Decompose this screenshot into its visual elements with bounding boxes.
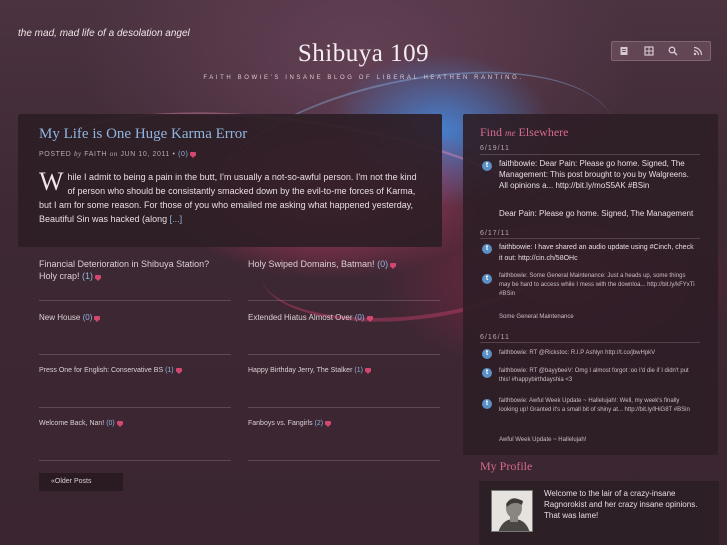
read-more-link[interactable]: [...]: [170, 214, 183, 224]
older-post-title: Holy Swiped Domains, Batman!: [248, 259, 375, 269]
heading-me: me: [505, 128, 516, 138]
older-post-link[interactable]: New House (0): [39, 312, 229, 324]
post-meta-label: POSTED: [39, 151, 72, 158]
site-tagline: the mad, mad life of a desolation angel: [18, 28, 190, 39]
grid-icon[interactable]: [642, 44, 656, 58]
older-post-comments: (0): [377, 259, 389, 269]
tweet-text[interactable]: faithbowie: I have shared an audio updat…: [499, 242, 697, 264]
avatar[interactable]: [491, 490, 533, 532]
older-post-link[interactable]: Financial Deterioration in Shibuya Stati…: [39, 258, 229, 282]
older-post-comments: (0): [354, 313, 365, 322]
older-post-link[interactable]: Press One for English: Conservative BS (…: [39, 365, 239, 377]
twitter-bird-icon: t: [482, 349, 492, 359]
tweet-date-header: 6/16/11: [480, 334, 510, 341]
older-posts-button[interactable]: «Older Posts: [39, 473, 123, 491]
divider: [248, 407, 440, 408]
find-me-elsewhere-widget: Find me Elsewhere 6/19/11 t faithbowie: …: [463, 114, 718, 455]
older-post-comments: (1): [354, 367, 363, 374]
twitter-bird-icon: t: [482, 244, 492, 254]
tweet-link-title[interactable]: Some General Maintenance: [499, 314, 574, 320]
comment-bubble-icon: [175, 368, 182, 375]
search-icon[interactable]: [666, 44, 680, 58]
twitter-bird-icon: t: [482, 161, 492, 171]
older-post-comments: (2): [314, 420, 324, 427]
twitter-bird-icon: t: [482, 399, 492, 409]
older-post-title: Financial Deterioration in Shibuya Stati…: [39, 259, 210, 281]
profile-description: Welcome to the lair of a crazy-insane Ra…: [544, 489, 698, 520]
older-post-comments: (0): [106, 420, 115, 427]
divider: [39, 300, 231, 301]
older-post-link[interactable]: Holy Swiped Domains, Batman! (0): [248, 258, 448, 270]
comment-bubble-icon: [95, 274, 102, 281]
comment-bubble-icon: [390, 262, 397, 269]
twitter-bird-icon: t: [482, 274, 492, 284]
older-post-comments: (0): [82, 313, 93, 322]
tweet-link-title[interactable]: Dear Pain: Please go home. Signed, The M…: [499, 209, 693, 218]
document-icon[interactable]: [617, 44, 631, 58]
older-post-title: Welcome Back, Nan!: [39, 420, 105, 427]
older-post-title: New House: [39, 313, 81, 322]
tweet-text[interactable]: faithbowie: Dear Pain: Please go home. S…: [499, 158, 697, 191]
post-excerpt: While I admit to being a pain in the but…: [39, 167, 422, 226]
post-dropcap: W: [39, 167, 64, 196]
older-post-title: Extended Hiatus Almost Over: [248, 313, 353, 322]
widget-heading: Find me Elsewhere: [480, 125, 569, 140]
tweet-text[interactable]: faithbowie: Awful Week Update ~ Halleluj…: [499, 397, 697, 415]
comment-bubble-icon: [325, 421, 332, 428]
heading-elsewhere: Elsewhere: [518, 125, 569, 139]
divider: [39, 354, 231, 355]
tweet-link-title[interactable]: Awful Week Update ~ Hallelujah!: [499, 437, 586, 443]
older-post-link[interactable]: Fanboys vs. Fangirls (2): [248, 418, 448, 430]
post-meta-by: by: [73, 150, 82, 158]
tweet-text[interactable]: faithbowie: RT @Rickstoc: R.I.P Ashlyn h…: [499, 349, 697, 358]
post-meta-on: on: [109, 150, 118, 158]
comment-bubble-icon: [116, 421, 123, 428]
older-post-title: Press One for English: Conservative BS: [39, 367, 164, 374]
divider: [248, 300, 440, 301]
tweet-text[interactable]: faithbowie: Some General Maintenance: Ju…: [499, 272, 697, 299]
tweet-date-header: 6/17/11: [480, 230, 510, 237]
post-title[interactable]: My Life is One Huge Karma Error: [39, 126, 247, 143]
older-post-comments: (1): [165, 367, 174, 374]
tweet-date-header: 6/19/11: [480, 145, 510, 152]
featured-post: My Life is One Huge Karma Error POSTED b…: [18, 114, 442, 247]
heading-find: Find: [480, 125, 503, 139]
twitter-bird-icon: t: [482, 368, 492, 378]
divider: [39, 407, 231, 408]
post-comment-count[interactable]: (0): [178, 151, 188, 158]
divider: [39, 460, 231, 461]
comment-bubble-icon: [366, 315, 373, 322]
divider: [480, 154, 700, 155]
older-post-link[interactable]: Happy Birthday Jerry, The Stalker (1): [248, 365, 448, 377]
divider: [480, 238, 700, 239]
tweet-text[interactable]: faithbowie: RT @bayybeeV: Omg I almost f…: [499, 367, 697, 385]
comment-bubble-icon: [364, 368, 371, 375]
older-post-comments: (1): [82, 271, 94, 281]
post-date: JUN 10, 2011: [120, 151, 170, 158]
older-post-title: Fanboys vs. Fangirls: [248, 420, 313, 427]
header-toolbar: [611, 41, 711, 61]
rss-icon[interactable]: [691, 44, 705, 58]
comment-bubble-icon: [94, 315, 101, 322]
older-post-title: Happy Birthday Jerry, The Stalker: [248, 367, 353, 374]
site-subtitle: Faith Bowie's insane blog of liberal hea…: [203, 75, 524, 81]
comment-bubble-icon: [190, 152, 197, 159]
post-meta-separator: •: [172, 151, 176, 158]
post-excerpt-text: hile I admit to being a pain in the butt…: [39, 172, 417, 224]
my-profile-heading: My Profile: [480, 459, 533, 473]
profile-widget: Welcome to the lair of a crazy-insane Ra…: [479, 481, 719, 545]
older-post-link[interactable]: Extended Hiatus Almost Over (0): [248, 312, 448, 324]
divider: [248, 460, 440, 461]
divider: [248, 354, 440, 355]
divider: [480, 342, 700, 343]
post-author[interactable]: FAITH: [84, 151, 107, 158]
post-meta: POSTED by FAITH on JUN 10, 2011 • (0): [39, 150, 197, 159]
older-post-link[interactable]: Welcome Back, Nan! (0): [39, 418, 229, 430]
